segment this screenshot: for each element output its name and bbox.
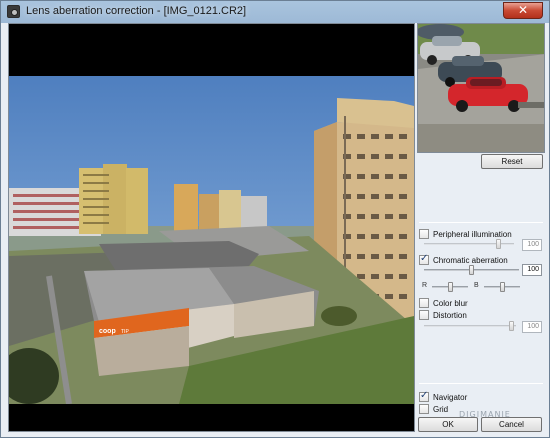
navigator-checkbox[interactable] (419, 390, 429, 402)
settings-panel: Reset Peripheral illumination 100 Chroma… (416, 23, 546, 433)
city-photo-image: coop TIP (9, 76, 414, 404)
red-channel-label: R (422, 282, 428, 289)
separator-bottom (419, 383, 543, 384)
slider-thumb[interactable] (500, 282, 505, 292)
color-blur-checkbox[interactable] (419, 298, 429, 308)
navigator-image (418, 24, 544, 152)
peripheral-illumination-slider[interactable] (424, 239, 514, 249)
peripheral-illumination-label: Peripheral illumination (433, 229, 512, 239)
slider-thumb[interactable] (469, 265, 474, 275)
cancel-button[interactable]: Cancel (481, 417, 542, 432)
color-blur-option[interactable]: Color blur (419, 297, 468, 309)
store-sign: coop (99, 328, 116, 335)
distortion-slider[interactable] (424, 321, 516, 331)
image-preview[interactable]: coop TIP (8, 23, 415, 432)
slider-thumb[interactable] (509, 321, 514, 331)
window-title: Lens aberration correction - [IMG_0121.C… (26, 5, 247, 17)
reset-button[interactable]: Reset (481, 154, 543, 169)
navigator-label: Navigator (433, 392, 468, 402)
navigator-thumbnail[interactable] (417, 23, 545, 153)
watermark-text: DIGIMANIE (459, 410, 511, 419)
blue-channel-slider[interactable] (484, 282, 520, 292)
peripheral-illumination-checkbox[interactable] (419, 229, 429, 239)
distortion-checkbox[interactable] (419, 310, 429, 320)
separator-top (419, 222, 543, 223)
grid-option[interactable]: Grid (419, 403, 448, 415)
distortion-label: Distortion (433, 310, 467, 320)
blue-channel-label: B (474, 282, 479, 289)
dialog-window: Lens aberration correction - [IMG_0121.C… (0, 0, 550, 438)
slider-track (424, 325, 516, 327)
title-bar[interactable]: Lens aberration correction - [IMG_0121.C… (1, 1, 549, 23)
navigator-option[interactable]: Navigator (419, 390, 468, 403)
chromatic-aberration-checkbox[interactable] (419, 253, 429, 265)
slider-thumb[interactable] (496, 239, 501, 249)
distortion-option[interactable]: Distortion (419, 309, 467, 321)
camera-app-icon (7, 5, 20, 18)
chromatic-aberration-slider[interactable] (424, 265, 519, 275)
peripheral-illumination-value[interactable]: 100 (522, 239, 542, 251)
chromatic-aberration-value[interactable]: 100 (522, 264, 542, 276)
preview-photo: coop TIP (9, 76, 414, 404)
distortion-value[interactable]: 100 (522, 321, 542, 333)
grid-checkbox[interactable] (419, 404, 429, 414)
grid-label: Grid (433, 404, 449, 414)
chromatic-aberration-label: Chromatic aberration (433, 255, 508, 265)
color-blur-label: Color blur (433, 298, 468, 308)
red-channel-slider[interactable] (432, 282, 468, 292)
slider-thumb[interactable] (448, 282, 453, 292)
close-button[interactable]: ✕ (503, 2, 543, 19)
ok-button[interactable]: OK (418, 417, 478, 432)
